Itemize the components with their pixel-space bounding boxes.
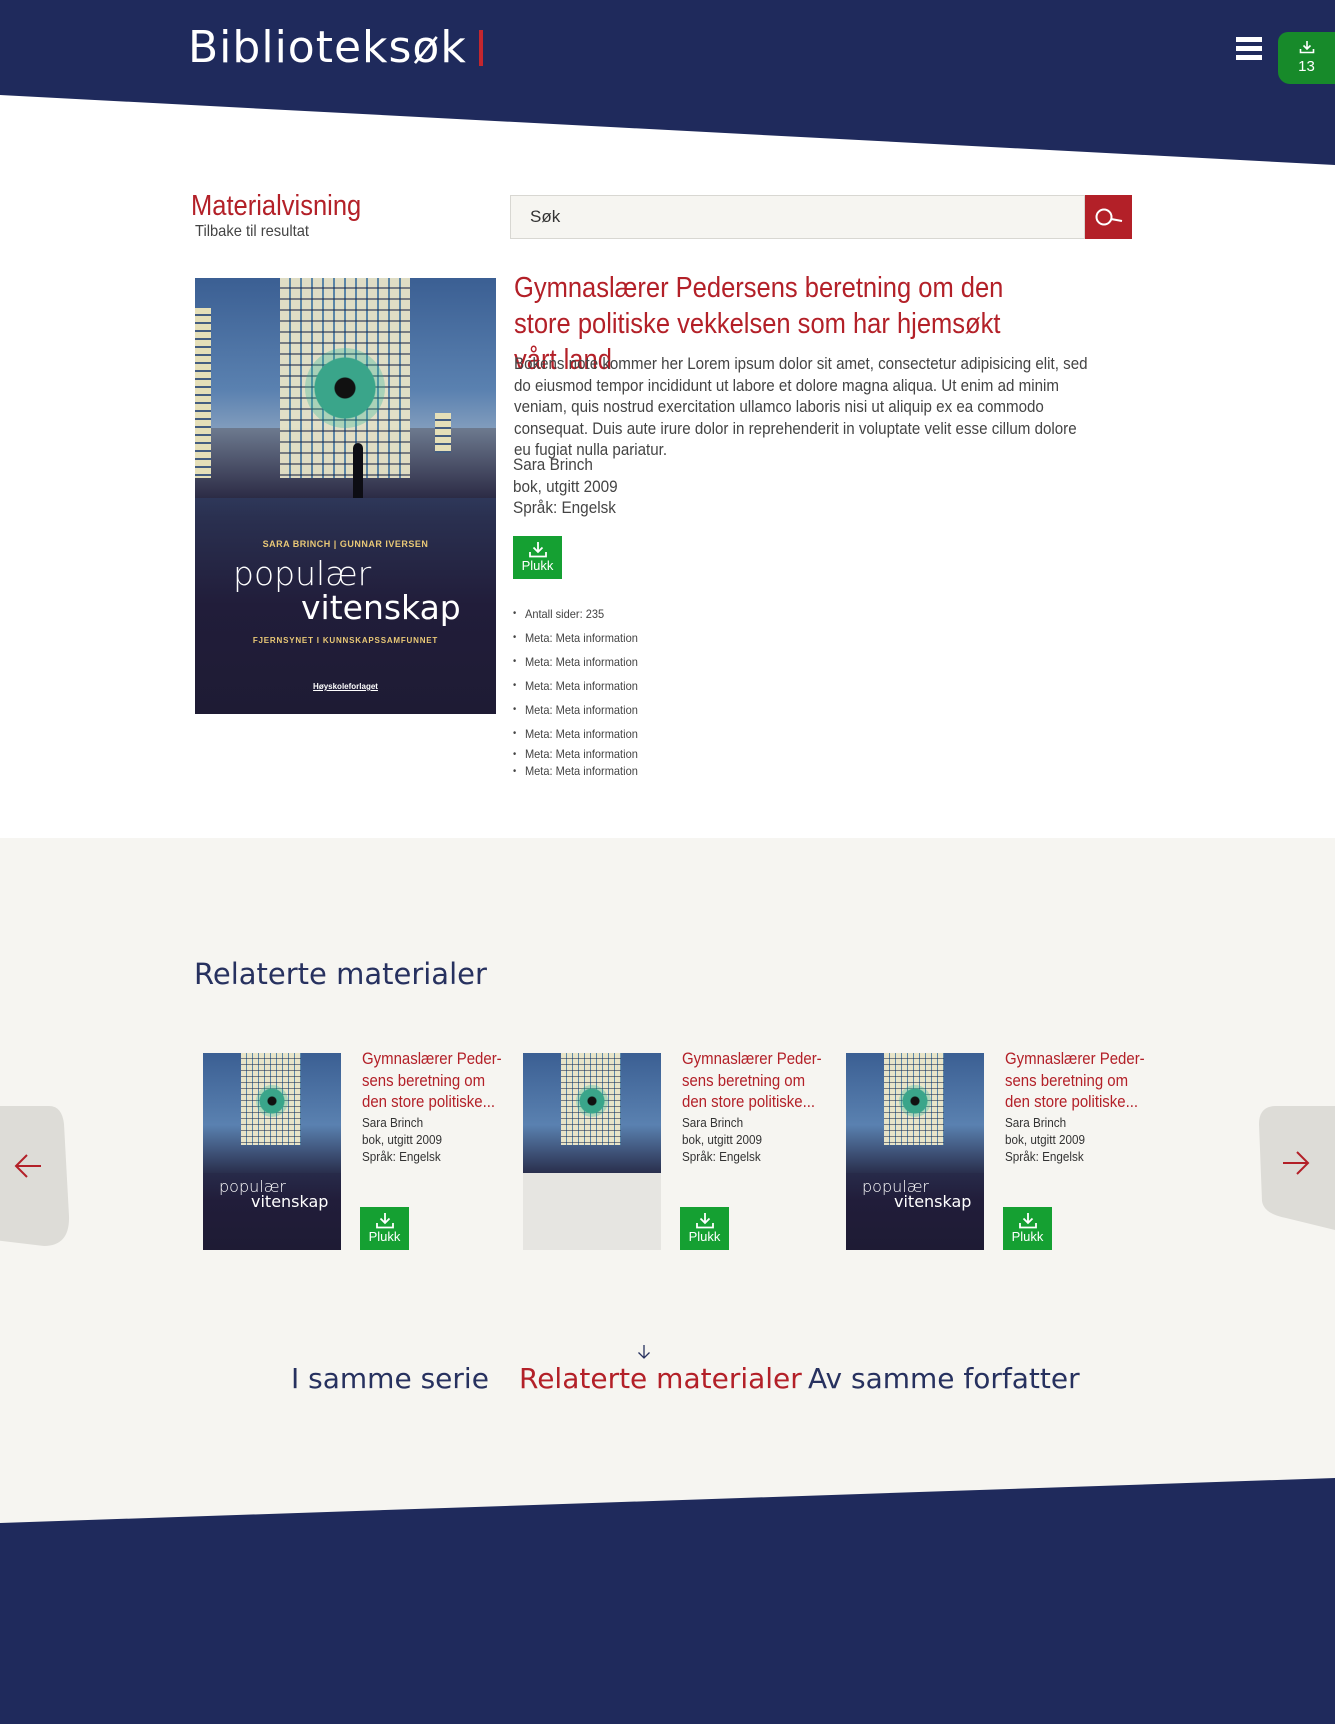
related-item[interactable]: populær vitenskap Gymnaslærer Peder-sens… <box>846 1049 1161 1251</box>
pick-button-label: Plukk <box>688 1229 721 1244</box>
related-title[interactable]: Gymnaslærer Peder-sens beretning om den … <box>1005 1048 1146 1113</box>
related-cover-title-line2: vitenskap <box>251 1192 329 1211</box>
back-to-results-link[interactable]: Tilbake til resultat <box>195 223 309 241</box>
meta-item: Meta: Meta information <box>513 674 638 698</box>
related-pick-button[interactable]: Plukk <box>1003 1207 1052 1250</box>
menu-button[interactable] <box>1236 37 1262 61</box>
related-language: Språk: Engelsk <box>682 1149 761 1164</box>
related-item[interactable]: populær vitenskap Gymnaslærer Peder-sens… <box>203 1049 518 1251</box>
related-info: Sara Brinch bok, utgitt 2009 Språk: Enge… <box>362 1114 442 1165</box>
site-logo[interactable]: Biblioteksøk <box>188 22 483 73</box>
book-description: Bokens note kommer her Lorem ipsum dolor… <box>514 354 1088 459</box>
cover-subtitle: FJERNSYNET I KUNNSKAPSSAMFUNNET <box>252 636 439 645</box>
book-author: Sara Brinch <box>513 455 593 474</box>
search-icon <box>1095 208 1122 226</box>
download-icon <box>375 1213 394 1229</box>
book-cover-image: SARA BRINCH | GUNNAR IVERSEN populær vit… <box>195 278 496 714</box>
book-info: Sara Brinch bok, utgitt 2009 Språk: Enge… <box>513 454 618 519</box>
tab-related-materials[interactable]: Relaterte materialer <box>519 1362 802 1395</box>
download-icon <box>695 1213 714 1229</box>
related-pick-button[interactable]: Plukk <box>680 1207 729 1250</box>
meta-item: Meta: Meta information <box>513 698 638 722</box>
pick-button-label: Plukk <box>368 1229 401 1244</box>
tab-same-series[interactable]: I samme serie <box>291 1362 489 1395</box>
related-cover-title-line2: vitenskap <box>894 1192 972 1211</box>
cover-publisher: Høyskoleforlaget <box>313 682 378 691</box>
hamburger-icon <box>1236 37 1262 42</box>
book-language: Språk: Engelsk <box>513 498 616 517</box>
related-author: Sara Brinch <box>682 1115 744 1130</box>
active-tab-arrow-icon <box>638 1345 650 1359</box>
pick-button[interactable]: Plukk <box>513 536 562 579</box>
meta-item: Meta: Meta information <box>513 650 638 674</box>
page-title: Materialvisning <box>191 190 362 222</box>
related-info: Sara Brinch bok, utgitt 2009 Språk: Enge… <box>1005 1114 1085 1165</box>
related-title[interactable]: Gymnaslærer Peder-sens beretning om den … <box>682 1048 823 1113</box>
related-language: Språk: Engelsk <box>1005 1149 1084 1164</box>
related-title[interactable]: Gymnaslærer Peder-sens beretning om den … <box>362 1048 503 1113</box>
meta-list: Antall sider: 235 Meta: Meta information… <box>513 602 649 780</box>
related-cover-image[interactable]: populær vitenskap <box>846 1053 984 1250</box>
related-item[interactable]: Gymnaslærer Peder-sens beretning om den … <box>523 1049 838 1251</box>
meta-item: Meta: Meta information <box>513 722 638 746</box>
related-heading: Relaterte materialer <box>194 957 487 991</box>
meta-item: Meta: Meta information <box>513 626 638 650</box>
search-button[interactable] <box>1085 195 1132 239</box>
related-type-year: bok, utgitt 2009 <box>682 1132 763 1147</box>
related-info: Sara Brinch bok, utgitt 2009 Språk: Enge… <box>682 1114 762 1165</box>
download-icon <box>528 542 547 558</box>
meta-item: Meta: Meta information <box>513 763 638 780</box>
pick-button-label: Plukk <box>1011 1229 1044 1244</box>
cover-title-line2: vitenskap <box>301 588 461 627</box>
related-language: Språk: Engelsk <box>362 1149 441 1164</box>
related-author: Sara Brinch <box>362 1115 424 1130</box>
related-type-year: bok, utgitt 2009 <box>1005 1132 1086 1147</box>
download-icon <box>1299 41 1314 54</box>
book-type-year: bok, utgitt 2009 <box>513 476 618 496</box>
pick-button-label: Plukk <box>521 558 554 573</box>
related-pick-button[interactable]: Plukk <box>360 1207 409 1250</box>
download-icon <box>1018 1213 1037 1229</box>
logo-accent-bar <box>478 30 483 66</box>
carousel-prev-button[interactable] <box>0 1106 74 1246</box>
related-cover-image[interactable]: populær vitenskap <box>203 1053 341 1250</box>
cover-authors: SARA BRINCH | GUNNAR IVERSEN <box>262 539 429 549</box>
footer-background <box>0 1478 1335 1724</box>
logo-text: Biblioteksøk <box>188 22 467 73</box>
meta-item: Meta: Meta information <box>513 746 638 763</box>
related-type-year: bok, utgitt 2009 <box>362 1132 443 1147</box>
carousel-next-button[interactable] <box>1256 1106 1335 1230</box>
search-input[interactable] <box>510 195 1085 239</box>
related-author: Sara Brinch <box>1005 1115 1067 1130</box>
tab-same-author[interactable]: Av samme forfatter <box>808 1362 1080 1395</box>
meta-item: Antall sider: 235 <box>513 602 638 626</box>
pick-list-counter[interactable]: 13 <box>1278 32 1335 84</box>
related-cover-image[interactable] <box>523 1053 661 1250</box>
pick-count: 13 <box>1298 58 1315 75</box>
